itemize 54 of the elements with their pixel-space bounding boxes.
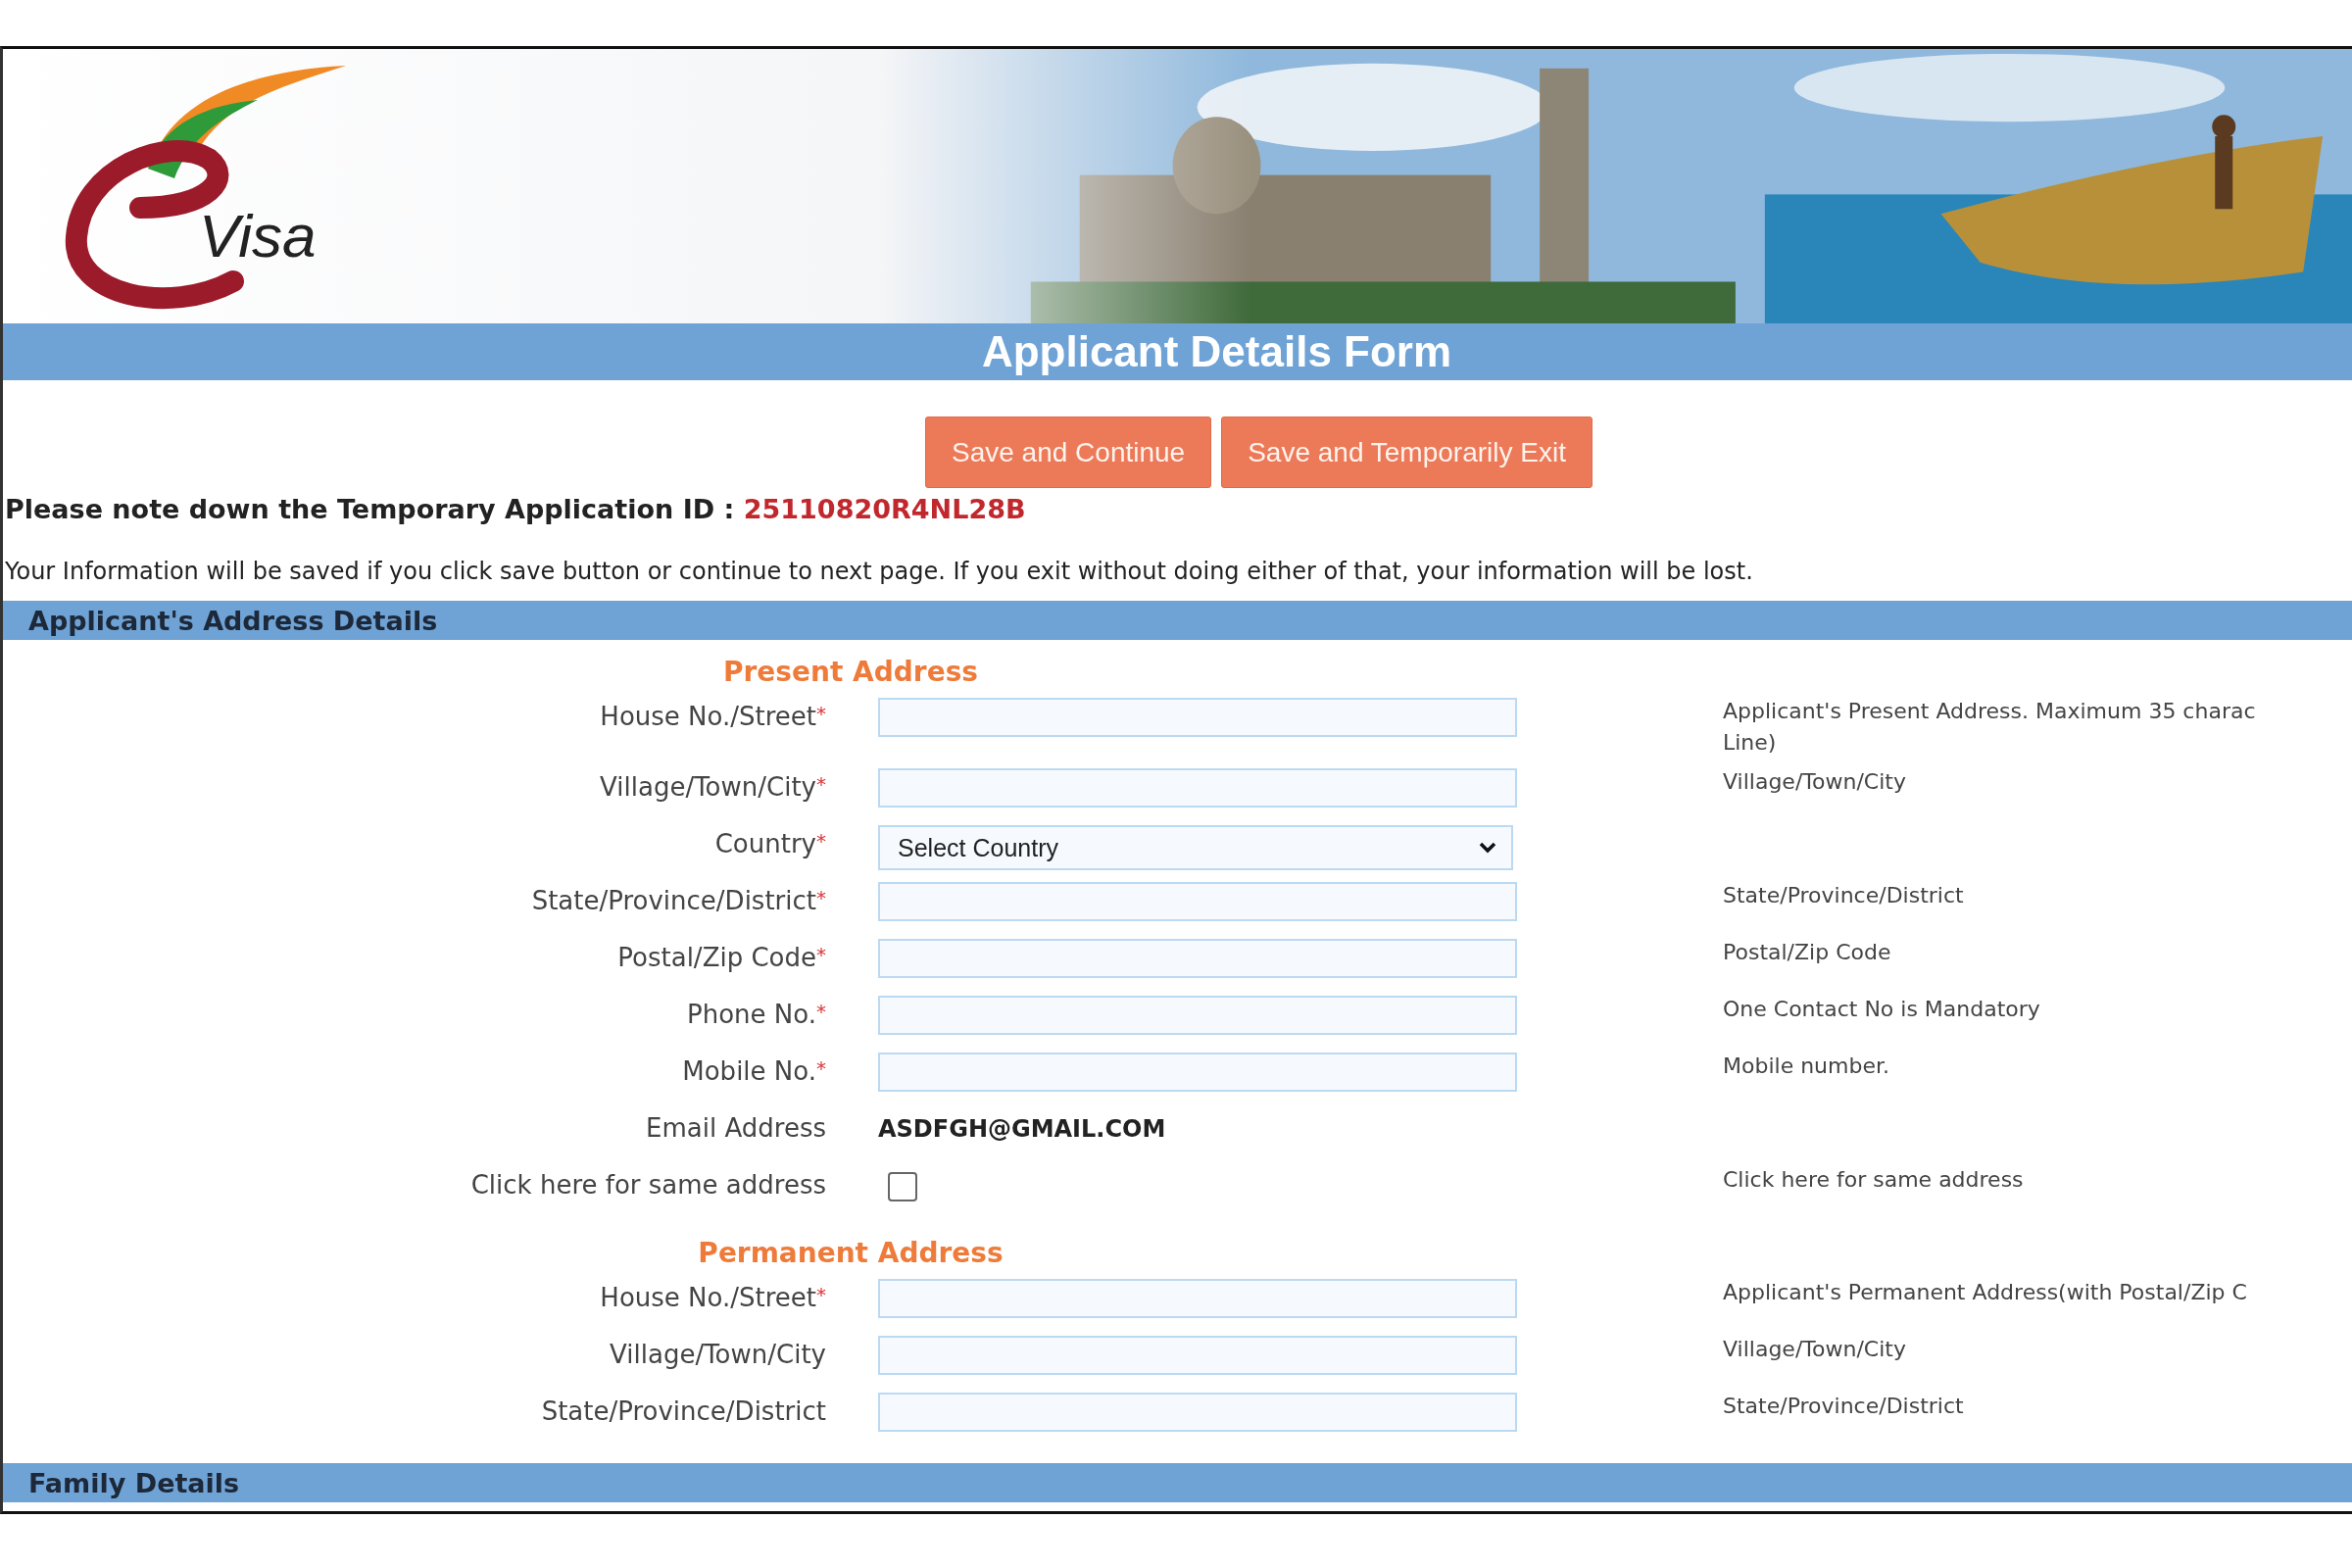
field-label: Click here for same address [470, 1170, 826, 1200]
text-input[interactable] [878, 768, 1517, 808]
required-mark: * [816, 829, 826, 853]
field-hint: State/Province/District [1723, 882, 1965, 909]
required-mark: * [816, 702, 826, 725]
same-address-checkbox[interactable] [888, 1172, 917, 1201]
field-hint: Mobile number. [1723, 1053, 1890, 1080]
field-label: House No./Street [600, 702, 816, 731]
chevron-down-icon [1478, 841, 1497, 855]
text-input[interactable] [878, 882, 1517, 921]
required-mark: * [816, 886, 826, 909]
field-label: State/Province/District [541, 1396, 826, 1426]
field-hint: Postal/Zip Code [1723, 939, 1892, 966]
text-input[interactable] [878, 1393, 1517, 1432]
text-input[interactable] [878, 698, 1517, 737]
field-hint: Applicant's Present Address. Maximum 35 charac [1723, 698, 2257, 725]
group-heading: Present Address [723, 656, 978, 688]
save-button[interactable]: Save and Continue [925, 416, 1212, 488]
section-title: Family Details [28, 1467, 240, 1498]
field-label: Postal/Zip Code [617, 943, 816, 972]
field-label: Village/Town/City [600, 772, 816, 802]
text-input[interactable] [878, 1279, 1517, 1318]
text-input[interactable] [878, 939, 1517, 978]
field-hint: Click here for same address [1723, 1166, 2025, 1194]
group-heading: Permanent Address [698, 1237, 1004, 1269]
save-info-text: Your Information will be saved if you click save button or continue to next page. If you exit without doing either of that, your information will be lost. [4, 557, 1754, 585]
field-label: Country [714, 829, 816, 858]
field-hint: Applicant's Permanent Address(with Postal/Zip C [1723, 1279, 2248, 1306]
required-mark: * [816, 1283, 826, 1306]
application-id-notice: Please note down the Temporary Application ID : 25110820R4NL28B [4, 493, 1027, 524]
required-mark: * [816, 943, 826, 966]
required-mark: * [816, 1056, 826, 1080]
section-title: Applicant's Address Details [28, 605, 438, 636]
field-label: Village/Town/City [610, 1340, 826, 1369]
field-hint: One Contact No is Mandatory [1723, 996, 2041, 1023]
required-mark: * [816, 772, 826, 796]
field-label: Email Address [646, 1113, 826, 1143]
logo-text: Visa [199, 206, 317, 267]
required-mark: * [816, 1000, 826, 1023]
field-hint: State/Province/District [1723, 1393, 1965, 1420]
email-value: ASDFGH@GMAIL.COM [878, 1114, 1166, 1143]
form-title: Applicant Details Form [981, 327, 1452, 376]
field-label: Phone No. [687, 1000, 816, 1029]
text-input[interactable] [878, 1336, 1517, 1375]
field-hint: Village/Town/City [1723, 1336, 1907, 1363]
text-input[interactable] [878, 996, 1517, 1035]
save-button[interactable]: Save and Temporarily Exit [1221, 416, 1592, 488]
country-select[interactable]: Select Country [878, 825, 1513, 870]
field-label: Mobile No. [682, 1056, 816, 1086]
field-label: State/Province/District [531, 886, 816, 915]
field-hint: Village/Town/City [1723, 768, 1907, 796]
field-label: House No./Street [600, 1283, 816, 1312]
field-hint: Line) [1723, 729, 1778, 757]
text-input[interactable] [878, 1053, 1517, 1092]
